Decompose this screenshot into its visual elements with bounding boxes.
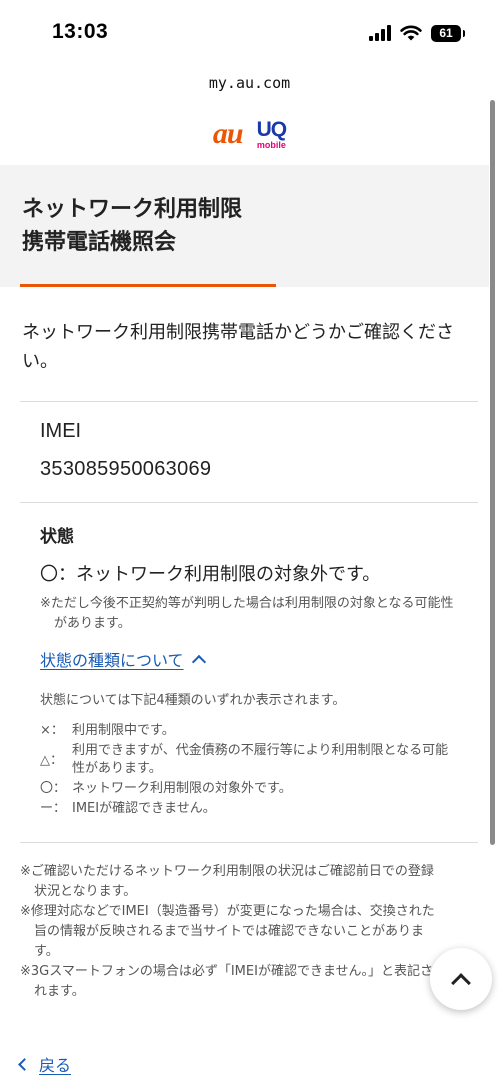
scrollbar[interactable]	[490, 100, 495, 845]
battery-level: 61	[439, 25, 453, 40]
divider	[20, 502, 478, 503]
back-link[interactable]: 戻る	[39, 1052, 71, 1076]
divider	[20, 842, 478, 843]
footnote: ※3Gスマートフォンの場合は必ず「IMEIが確認できません。」と表記されます。	[20, 964, 434, 999]
chevron-up-icon	[451, 972, 471, 993]
state-symbol: △：	[40, 753, 63, 768]
uq-logo-subtext: mobile	[256, 139, 286, 150]
scroll-to-top-button[interactable]	[430, 948, 492, 1010]
state-description: IMEIが確認できません。	[72, 801, 216, 816]
footnotes: ※ご確認いただけるネットワーク利用制限の状況はご確認前日での登録状況となります。…	[20, 862, 440, 1002]
state-symbol: ×：	[40, 723, 64, 738]
wifi-icon	[400, 25, 422, 41]
state-value: 〇：ネットワーク利用制限の対象外です。	[40, 564, 381, 585]
battery-icon: 61	[431, 24, 465, 42]
brand-logos: au UQ mobile	[0, 114, 499, 154]
list-item: ×： 利用制限中です。	[40, 722, 460, 740]
state-types-list: ×： 利用制限中です。 △： 利用できますが、代金債務の不履行等により利用制限と…	[40, 722, 460, 820]
chevron-left-icon	[18, 1057, 31, 1071]
status-icons: 61	[369, 22, 465, 44]
state-symbol: ー：	[40, 801, 67, 816]
uq-logo-text: UQ	[256, 117, 287, 141]
state-description: 利用制限中です。	[72, 723, 175, 738]
status-bar: 13:03 61	[0, 0, 499, 62]
chevron-up-icon	[191, 654, 206, 669]
state-types-description: 状態については下記4種類のいずれか表示されます。	[40, 693, 346, 708]
state-note: ※ただし今後不正契約等が判明した場合は利用制限の対象となる可能性があります。	[40, 596, 454, 631]
address-bar[interactable]: my.au.com	[0, 74, 499, 92]
cellular-signal-icon	[369, 25, 391, 41]
footnote: ※ご確認いただけるネットワーク利用制限の状況はご確認前日での登録状況となります。	[20, 864, 434, 899]
page-header: ネットワーク利用制限 携帯電話機照会	[0, 165, 489, 287]
state-label: 状態	[40, 527, 74, 547]
status-time: 13:03	[52, 20, 109, 43]
state-types-toggle[interactable]: 状態の種類について	[40, 647, 206, 671]
state-description: 利用できますが、代金債務の不履行等により利用制限となる可能性があります。	[72, 743, 449, 776]
list-item: △： 利用できますが、代金債務の不履行等により利用制限となる可能性があります。	[40, 742, 460, 778]
list-item: ー： IMEIが確認できません。	[40, 800, 460, 818]
list-item: 〇： ネットワーク利用制限の対象外です。	[40, 780, 460, 798]
state-types-link[interactable]: 状態の種類について	[40, 647, 184, 671]
divider	[20, 401, 478, 402]
state-description: ネットワーク利用制限の対象外です。	[72, 781, 292, 796]
page-title: ネットワーク利用制限 携帯電話機照会	[22, 197, 243, 255]
title-accent-underline	[20, 284, 276, 287]
uq-mobile-logo: UQ mobile	[257, 119, 287, 150]
au-logo: au	[212, 117, 244, 150]
imei-value: 353085950063069	[40, 458, 212, 480]
footnote: ※修理対応などでIMEI（製造番号）が変更になった場合は、交換された旨の情報が反…	[20, 904, 435, 959]
back-link-row[interactable]: 戻る	[18, 1052, 71, 1076]
intro-text: ネットワーク利用制限携帯電話かどうかご確認ください。	[22, 322, 454, 372]
state-symbol: 〇：	[40, 781, 67, 796]
imei-label: IMEI	[40, 420, 82, 442]
